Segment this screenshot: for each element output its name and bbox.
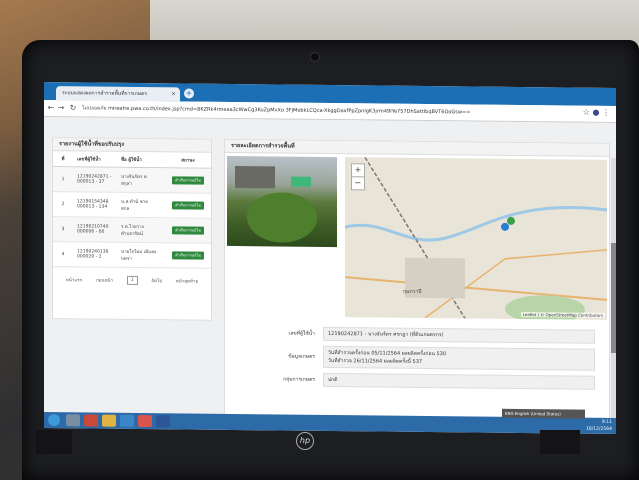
url-text: mireatre.pwa.co.th/index.jsp?cmd=8KZRk4r… [108,105,471,116]
row-status-cell: สำเร็จการแก้ไข [167,201,209,210]
info-line-1: วันที่สำรวจครั้งก่อน 05/11/2564 ผลผลิตคร… [328,349,447,358]
detail-form: เลขที่ผู้ใช้น้ำ 12190242871 - นางจันร์ตร… [245,326,595,395]
table-header: ที่ เลขที่ผู้ใช้น้ำ ชื่อ ผู้ใช้น้ำ สถานะ [53,151,211,169]
user-label: เลขที่ผู้ใช้น้ำ [288,330,315,337]
table-row[interactable]: 4 12190240136 000020 - 2 นายใจใหม่ เมือง… [53,242,211,269]
pager-last[interactable]: หน้าสุดท้าย [176,277,198,284]
photo-tarp [291,176,311,187]
table-row[interactable]: 3 12190210740 000006 - 66 ร.ต.ไวยวาง ตำบ… [53,217,211,244]
type-field[interactable]: ปกติ [323,372,595,390]
user-field[interactable]: 12190242871 - นางจันร์ตร ศรกฎา (ที่ดินเก… [323,326,595,344]
map-marker-green [507,216,515,225]
status-badge[interactable]: สำเร็จการแก้ไข [172,201,204,210]
header-status: สถานะ [181,158,195,164]
detail-panel-title: รายละเอียดการสำรวจพื้นที่ [225,139,609,157]
file-explorer-icon[interactable] [66,414,80,427]
profile-icon[interactable]: ● [592,108,599,117]
row-name: นายใจใหม่ เมืองพ บพรา [121,249,157,262]
forward-icon[interactable]: → [56,103,66,112]
type-label: กลุ่มการเกษตร [283,376,315,383]
chrome-icon[interactable] [102,414,116,427]
table-row[interactable]: 2 12190154348 000013 - 134 น.ส.ทำนั่ ชาย… [53,192,211,219]
reload-icon[interactable]: ↻ [68,103,78,112]
close-icon[interactable]: × [171,87,176,101]
status-badge[interactable]: สำเร็จการแก้ไข [172,251,204,260]
pager-prev[interactable]: ก่อนหน้า [96,277,113,284]
status-badge[interactable]: สำเร็จการแก้ไข [172,176,204,185]
river-line [345,206,607,242]
address-bar-icons: ☆ ● ⋮ [583,108,610,117]
status-badge[interactable]: สำเร็จการแก้ไข [172,226,204,235]
url-warning: ไม่ปลอดภัย [82,105,107,112]
photo-roof [235,166,275,189]
laptop-hinge-right [540,430,580,454]
form-row-type: กลุ่มการเกษตร ปกติ [245,372,595,390]
back-icon[interactable]: ← [46,103,56,112]
start-icon[interactable] [48,414,60,427]
row-no: 3 [61,226,65,232]
row-name: น.ส.ทำนั่ ชาย สกล [121,199,148,212]
row-name: นางจันร์ตร ค สกุลา [121,174,147,187]
url-input[interactable]: ไม่ปลอดภัย mireatre.pwa.co.th/index.jsp?… [82,103,572,118]
row-name: ร.ต.ไวยวาง ตำบลวรัตน์ [121,224,144,238]
row-no: 1 [61,176,65,182]
menu-icon[interactable]: ⋮ [602,108,610,117]
photo-tree [247,192,317,243]
firefox-icon[interactable] [138,414,152,428]
row-id: 12190240136 000020 - 2 [77,249,109,260]
zoom-in-button[interactable]: + [352,164,364,176]
row-no: 4 [61,251,65,257]
laptop-screen: ระบบแสดงผลการสำรวจพื้นที่การเกษตร × + ← … [44,82,616,434]
row-status-cell: สำเร็จการแก้ไข [167,176,209,185]
tab-title: ระบบแสดงผลการสำรวจพื้นที่การเกษตร [62,90,147,98]
detail-panel: รายละเอียดการสำรวจพื้นที่ + − กุมภวาปี L… [224,138,610,420]
row-id: 12190242871 - 000013 - 37 [77,174,112,185]
info-line-2: วันที่สำรวจ 26/11/2564 ผลผลิตครั้งนี้ 53… [328,357,423,365]
row-id: 12190154348 000013 - 134 [77,199,109,210]
webcam [310,52,320,62]
clock-date: 16/12/2564 [586,426,612,432]
row-status-cell: สำเร็จการแก้ไข [167,251,209,260]
map-place-label: กุมภวาปี [403,288,422,295]
hp-logo: hp [296,432,314,450]
form-row-info: ข้อมูลเกษตร วันที่สำรวจครั้งก่อน 05/11/2… [245,345,595,371]
site-photo[interactable] [227,155,337,248]
info-field[interactable]: วันที่สำรวจครั้งก่อน 05/11/2564 ผลผลิตคร… [323,345,595,371]
media-player-icon[interactable] [84,414,98,427]
pagination: หน้าแรก ก่อนหน้า 1 ถัดไป หน้าสุดท้าย [53,275,211,286]
pager-current[interactable]: 1 [126,275,138,285]
star-icon[interactable]: ☆ [583,108,590,117]
language-indicator[interactable]: ENG English (United States) [502,408,585,419]
info-label: ข้อมูลเกษตร [288,353,315,360]
location-map[interactable]: + − กุมภวาปี Leaflet | © OpenStreetMap C… [345,157,607,320]
word-icon[interactable] [156,415,170,428]
report-panel: รายงานผู้ใช้น้ำที่ขอปรับปรุง ที่ เลขที่ผ… [52,137,212,321]
row-status-cell: สำเร็จการแก้ไข [167,226,209,235]
edge-icon[interactable] [120,414,134,427]
pager-first[interactable]: หน้าแรก [66,276,83,283]
new-tab-button[interactable]: + [184,88,194,99]
pager-next[interactable]: ถัดไป [151,277,162,284]
row-id: 12190210740 000006 - 66 [77,224,109,235]
system-clock[interactable]: 9:11 16/12/2564 [586,419,612,433]
map-attribution[interactable]: Leaflet | © OpenStreetMap Contributors [520,311,605,318]
laptop-hinge-left [36,430,72,454]
map-marker-blue [501,222,509,231]
scrollbar-thumb[interactable] [611,242,616,353]
browser-tab[interactable]: ระบบแสดงผลการสำรวจพื้นที่การเกษตร × [56,86,180,102]
table-row[interactable]: 1 12190242871 - 000013 - 37 นางจันร์ตร ค… [53,167,211,194]
header-no: ที่ [61,157,65,163]
header-name: ชื่อ ผู้ใช้น้ำ [121,157,142,164]
page-content: รายงานผู้ใช้น้ำที่ขอปรับปรุง ที่ เลขที่ผ… [44,117,616,434]
header-id: เลขที่ผู้ใช้น้ำ [77,157,101,163]
table-body: 1 12190242871 - 000013 - 37 นางจันร์ตร ค… [53,167,211,269]
row-no: 2 [61,201,65,207]
zoom-control: + − [351,163,365,191]
map-drawing [345,157,607,320]
form-row-user: เลขที่ผู้ใช้น้ำ 12190242871 - นางจันร์ตร… [245,326,595,344]
zoom-out-button[interactable]: − [352,176,364,190]
